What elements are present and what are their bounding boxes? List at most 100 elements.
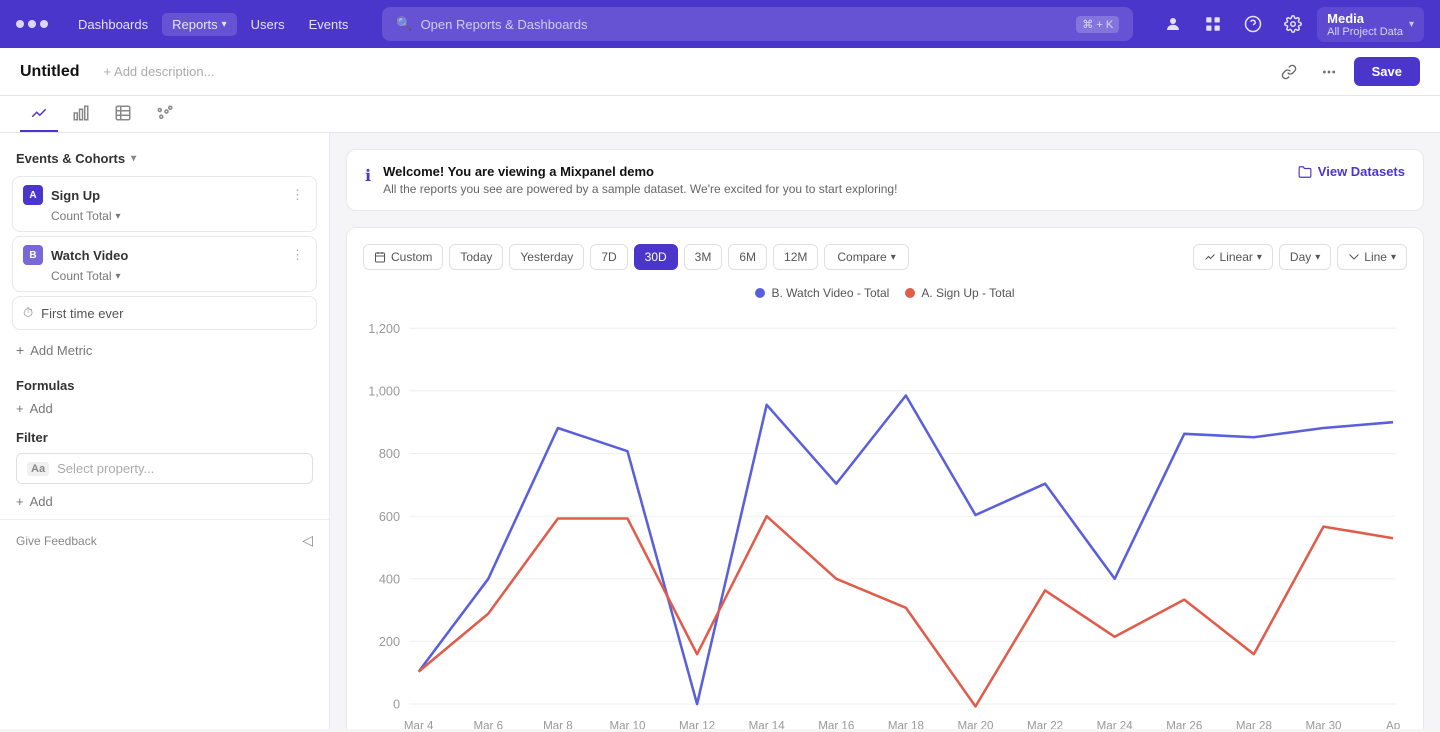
line-type-button[interactable]: Line ▾ xyxy=(1337,244,1407,270)
add-formula-icon: + xyxy=(16,401,24,416)
compare-label: Compare xyxy=(837,250,886,264)
svg-text:Mar 12: Mar 12 xyxy=(679,721,715,729)
add-formula-button[interactable]: + Add xyxy=(16,399,313,418)
linear-label: Linear xyxy=(1220,250,1253,264)
view-datasets-button[interactable]: View Datasets xyxy=(1298,164,1405,179)
compare-button[interactable]: Compare ▾ xyxy=(824,244,908,270)
event-badge-a: A xyxy=(23,185,43,205)
tab-scatter[interactable] xyxy=(146,96,184,132)
linear-button[interactable]: Linear ▾ xyxy=(1193,244,1273,270)
custom-date-label: Custom xyxy=(391,250,432,264)
svg-text:Mar 6: Mar 6 xyxy=(473,721,503,729)
event-signup[interactable]: A Sign Up ⋮ Count Total ▾ xyxy=(12,176,317,232)
3m-button[interactable]: 3M xyxy=(684,244,723,270)
svg-text:Mar 28: Mar 28 xyxy=(1236,721,1272,729)
events-cohorts-header[interactable]: Events & Cohorts ▾ xyxy=(0,145,329,172)
give-feedback-label: Give Feedback xyxy=(16,534,97,548)
logo[interactable] xyxy=(16,20,48,28)
more-options-button[interactable] xyxy=(1314,57,1344,87)
save-button[interactable]: Save xyxy=(1354,57,1420,86)
info-title: Welcome! You are viewing a Mixpanel demo xyxy=(383,164,897,179)
share-button[interactable] xyxy=(1274,57,1304,87)
legend-watchvideo-dot xyxy=(755,288,765,298)
project-selector[interactable]: Media All Project Data ▾ xyxy=(1317,7,1424,42)
nav-reports[interactable]: Reports ▾ xyxy=(162,13,237,36)
add-metric-label: Add Metric xyxy=(30,343,92,358)
tab-table[interactable] xyxy=(104,96,142,132)
project-sub: All Project Data xyxy=(1327,26,1403,38)
today-button[interactable]: Today xyxy=(449,244,503,270)
page-title: Untitled xyxy=(20,63,80,81)
chart-toolbar: Custom Today Yesterday 7D 30D 3M xyxy=(363,244,1407,270)
give-feedback-button[interactable]: Give Feedback ◁ xyxy=(0,519,329,561)
first-time-item[interactable]: ⏱ First time ever xyxy=(12,296,317,330)
svg-text:200: 200 xyxy=(379,634,400,649)
sidebar: Events & Cohorts ▾ A Sign Up ⋮ Count Tot… xyxy=(0,133,330,729)
event-watchvideo-count: Count Total xyxy=(51,269,112,283)
add-filter-icon: + xyxy=(16,494,24,509)
svg-text:Ap: Ap xyxy=(1386,721,1400,729)
event-signup-name: Sign Up xyxy=(51,188,281,203)
add-description[interactable]: + Add description... xyxy=(104,64,215,79)
events-cohorts-chevron-icon: ▾ xyxy=(131,153,136,164)
event-signup-sub-arrow: ▾ xyxy=(116,211,121,222)
chart-area: ℹ Welcome! You are viewing a Mixpanel de… xyxy=(330,133,1440,729)
filter-property-input[interactable]: Aa Select property... xyxy=(16,453,313,484)
add-metric-button[interactable]: + Add Metric xyxy=(0,334,329,366)
line-chevron-icon: ▾ xyxy=(1391,252,1396,263)
line-chart: 1,200 1,000 800 600 400 200 0 xyxy=(363,312,1407,729)
event-signup-header: A Sign Up ⋮ xyxy=(23,185,306,205)
formulas-section: Formulas + Add xyxy=(0,366,329,418)
apps-icon[interactable] xyxy=(1197,8,1229,40)
event-signup-menu[interactable]: ⋮ xyxy=(289,185,306,205)
chart-type-tabs xyxy=(0,96,1440,133)
legend-watchvideo-label: B. Watch Video - Total xyxy=(771,286,889,300)
svg-text:Mar 14: Mar 14 xyxy=(749,721,786,729)
event-badge-b: B xyxy=(23,245,43,265)
add-formula-label: Add xyxy=(30,401,53,416)
yesterday-button[interactable]: Yesterday xyxy=(509,244,584,270)
help-icon[interactable] xyxy=(1237,8,1269,40)
tab-bar-chart[interactable] xyxy=(62,96,100,132)
6m-button[interactable]: 6M xyxy=(728,244,767,270)
filter-section: Filter Aa Select property... + Add xyxy=(0,418,329,511)
info-text: Welcome! You are viewing a Mixpanel demo… xyxy=(383,164,897,196)
event-signup-sub[interactable]: Count Total ▾ xyxy=(51,209,306,223)
nav-events[interactable]: Events xyxy=(299,13,359,36)
custom-date-button[interactable]: Custom xyxy=(363,244,443,270)
day-chevron-icon: ▾ xyxy=(1315,252,1320,263)
collapse-icon: ◁ xyxy=(302,532,313,549)
event-signup-count: Count Total xyxy=(51,209,112,223)
search-placeholder-text: Open Reports & Dashboards xyxy=(421,17,588,32)
svg-text:1,000: 1,000 xyxy=(368,384,400,399)
day-button[interactable]: Day ▾ xyxy=(1279,244,1331,270)
svg-text:Mar 4: Mar 4 xyxy=(404,721,434,729)
12m-button[interactable]: 12M xyxy=(773,244,818,270)
event-watchvideo-sub[interactable]: Count Total ▾ xyxy=(51,269,306,283)
legend-signup: A. Sign Up - Total xyxy=(905,286,1014,300)
7d-button[interactable]: 7D xyxy=(590,244,627,270)
filter-aa-icon: Aa xyxy=(27,462,49,476)
nav-links: Dashboards Reports ▾ Users Events xyxy=(68,13,358,36)
svg-text:400: 400 xyxy=(379,571,400,586)
settings-icon[interactable] xyxy=(1277,8,1309,40)
svg-text:Mar 8: Mar 8 xyxy=(543,721,573,729)
tab-line-chart[interactable] xyxy=(20,96,58,132)
nav-dashboards[interactable]: Dashboards xyxy=(68,13,158,36)
legend-signup-label: A. Sign Up - Total xyxy=(921,286,1014,300)
svg-text:Mar 30: Mar 30 xyxy=(1305,721,1341,729)
project-chevron-icon: ▾ xyxy=(1409,19,1414,30)
svg-text:Mar 16: Mar 16 xyxy=(818,721,854,729)
event-watchvideo[interactable]: B Watch Video ⋮ Count Total ▾ xyxy=(12,236,317,292)
add-filter-button[interactable]: + Add xyxy=(16,492,313,511)
add-metric-icon: + xyxy=(16,342,24,358)
nav-users[interactable]: Users xyxy=(241,13,295,36)
search-bar[interactable]: 🔍 Open Reports & Dashboards ⌘ + K xyxy=(382,7,1133,41)
user-icon[interactable] xyxy=(1157,8,1189,40)
chart-card: Custom Today Yesterday 7D 30D 3M xyxy=(346,227,1424,729)
topnav: Dashboards Reports ▾ Users Events 🔍 Open… xyxy=(0,0,1440,48)
event-watchvideo-menu[interactable]: ⋮ xyxy=(289,245,306,265)
event-watchvideo-header: B Watch Video ⋮ xyxy=(23,245,306,265)
30d-button[interactable]: 30D xyxy=(634,244,678,270)
event-watchvideo-sub-arrow: ▾ xyxy=(116,271,121,282)
